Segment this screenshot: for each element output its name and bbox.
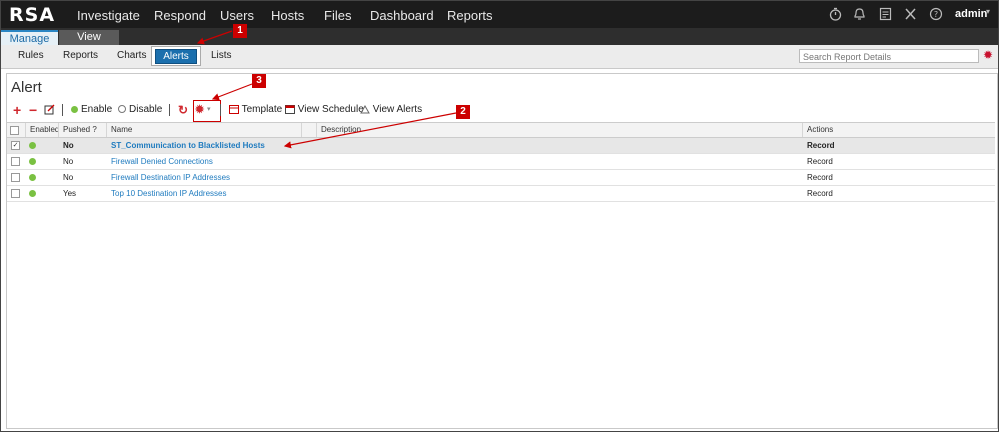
nav-investigate[interactable]: Investigate <box>77 8 140 23</box>
enabled-dot-icon <box>29 142 36 149</box>
col-actions[interactable]: Actions <box>802 123 995 137</box>
toolbar-divider <box>62 104 63 116</box>
row-name-link[interactable]: ST_Communication to Blacklisted Hosts <box>111 138 265 153</box>
nav-dashboard[interactable]: Dashboard <box>370 8 434 23</box>
top-nav: RSA Investigate Respond Users Hosts File… <box>1 1 998 28</box>
col-name[interactable]: Name <box>106 123 301 137</box>
row-name-link[interactable]: Top 10 Destination IP Addresses <box>111 186 226 201</box>
enable-dot-icon <box>71 105 78 113</box>
enabled-dot-icon <box>29 174 36 181</box>
row-checkbox[interactable] <box>11 173 20 182</box>
settings-gear-icon[interactable]: ✹ <box>195 102 204 118</box>
enabled-dot-icon <box>29 158 36 165</box>
view-schedule-button[interactable]: View Schedule <box>285 102 364 118</box>
nav-users[interactable]: Users <box>220 8 254 23</box>
callout-badge-3: 3 <box>252 74 266 88</box>
notes-icon[interactable] <box>879 7 892 24</box>
callout-badge-1: 1 <box>233 24 247 38</box>
alerts-icon <box>360 104 370 114</box>
template-icon <box>229 104 239 114</box>
row-name-link[interactable]: Firewall Denied Connections <box>111 154 213 169</box>
row-pushed: No <box>63 173 74 182</box>
row-checkbox[interactable] <box>11 189 20 198</box>
refresh-icon[interactable]: ↻ <box>178 102 188 118</box>
nav-respond[interactable]: Respond <box>154 8 206 23</box>
svg-text:?: ? <box>934 10 938 19</box>
table-row[interactable]: ✓ No ST_Communication to Blacklisted Hos… <box>7 138 995 154</box>
subnav-reports[interactable]: Reports <box>63 50 98 61</box>
chevron-down-icon[interactable]: ▾ <box>207 102 211 118</box>
user-menu[interactable]: admin <box>955 8 987 20</box>
table-header: Enabled Pushed ? Name Description Action… <box>7 122 995 138</box>
callout-badge-2: 2 <box>456 105 470 119</box>
tools-icon[interactable] <box>904 7 917 24</box>
page-title: Alert <box>11 79 42 96</box>
calendar-icon <box>285 104 295 114</box>
tab-bar <box>1 28 998 45</box>
table-row[interactable]: Yes Top 10 Destination IP Addresses Reco… <box>7 186 995 202</box>
alert-panel: Alert + − Enable Disable ↻ ✹ ▾ Template … <box>6 73 998 429</box>
disable-button[interactable]: Disable <box>118 102 162 118</box>
gear-icon[interactable]: ✹ <box>983 48 993 62</box>
row-action[interactable]: Record <box>807 154 833 169</box>
timer-icon[interactable] <box>829 7 842 24</box>
subnav-alerts[interactable]: Alerts <box>155 49 197 64</box>
row-pushed: No <box>63 141 74 150</box>
nav-reports[interactable]: Reports <box>447 8 493 23</box>
nav-files[interactable]: Files <box>324 8 351 23</box>
remove-icon[interactable]: − <box>29 102 37 118</box>
subnav-rules[interactable]: Rules <box>18 50 44 61</box>
disable-dot-icon <box>118 105 126 114</box>
table-row[interactable]: No Firewall Destination IP Addresses Rec… <box>7 170 995 186</box>
col-resize[interactable] <box>301 123 316 137</box>
subnav-charts[interactable]: Charts <box>117 50 146 61</box>
bell-icon[interactable] <box>853 7 866 24</box>
toolbar-divider <box>169 104 170 116</box>
template-button[interactable]: Template <box>229 102 282 118</box>
row-pushed: No <box>63 157 74 166</box>
add-icon[interactable]: + <box>13 102 21 118</box>
row-action[interactable]: Record <box>807 186 833 201</box>
select-all-checkbox[interactable] <box>10 126 19 135</box>
rsa-logo: RSA <box>9 4 56 26</box>
nav-hosts[interactable]: Hosts <box>271 8 304 23</box>
alerts-highlight: Alerts <box>151 46 201 66</box>
table-row[interactable]: No Firewall Denied Connections Record <box>7 154 995 170</box>
sub-nav: Rules Reports Charts Alerts Lists Search… <box>1 45 998 69</box>
row-checkbox[interactable]: ✓ <box>11 141 20 150</box>
help-icon[interactable]: ? <box>929 7 943 24</box>
app-window: RSA Investigate Respond Users Hosts File… <box>0 0 999 432</box>
enabled-dot-icon <box>29 190 36 197</box>
col-pushed[interactable]: Pushed ? <box>58 123 106 137</box>
col-enabled[interactable]: Enabled <box>25 123 59 137</box>
tab-view[interactable]: View <box>59 30 119 45</box>
subnav-lists[interactable]: Lists <box>211 50 232 61</box>
row-checkbox[interactable] <box>11 157 20 166</box>
row-action[interactable]: Record <box>807 170 833 185</box>
toolbar-divider <box>220 104 221 116</box>
row-pushed: Yes <box>63 189 77 198</box>
edit-icon[interactable] <box>44 104 55 121</box>
toolbar: + − Enable Disable ↻ ✹ ▾ Template View S… <box>7 100 995 122</box>
view-alerts-button[interactable]: View Alerts <box>360 102 422 118</box>
col-description[interactable]: Description <box>316 123 802 137</box>
enable-button[interactable]: Enable <box>71 102 112 118</box>
row-name-link[interactable]: Firewall Destination IP Addresses <box>111 170 230 185</box>
row-action[interactable]: Record <box>807 138 835 153</box>
select-all-cell <box>7 123 25 137</box>
chevron-down-icon[interactable]: ▾ <box>986 7 990 16</box>
search-input[interactable]: Search Report Details <box>799 49 979 63</box>
